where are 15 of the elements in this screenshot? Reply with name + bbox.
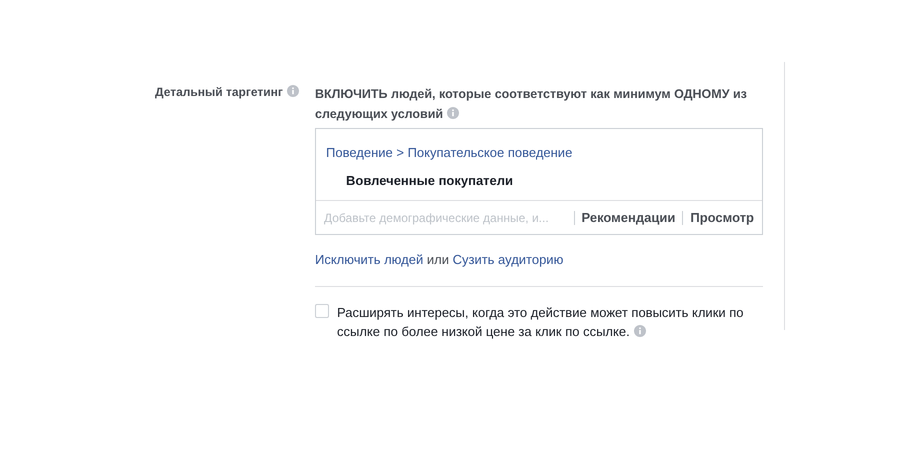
info-icon[interactable] — [447, 107, 460, 119]
field-label: Детальный таргетинг — [155, 85, 283, 99]
checkbox-label: Расширять интересы, когда это действие может повысить клики по ссылке по более низкой цене за клик по ссылке. — [337, 304, 744, 338]
search-field[interactable]: Добавьте демографические данные, и... — [324, 208, 574, 226]
action-link[interactable]: Просмотр — [682, 210, 754, 224]
exclude-text: Исключить людей или Сузить аудиторию — [315, 251, 564, 269]
info-icon[interactable] — [286, 85, 299, 97]
narrow-link[interactable]: Сузить аудиторию — [452, 252, 564, 267]
action-link[interactable]: Рекомендации — [574, 210, 682, 224]
exclude-link[interactable]: Исключить людей — [315, 252, 424, 267]
targeting-item: Вовлеченные покупатели — [345, 172, 514, 190]
info-icon[interactable] — [634, 324, 646, 336]
category-path: Поведение > Покупательское поведение — [326, 144, 574, 162]
checkbox[interactable] — [315, 304, 329, 318]
include-heading: ВКЛЮЧИТЬ людей, которые соответствуют как минимум ОДНОМУ из следующих условий — [315, 87, 747, 121]
